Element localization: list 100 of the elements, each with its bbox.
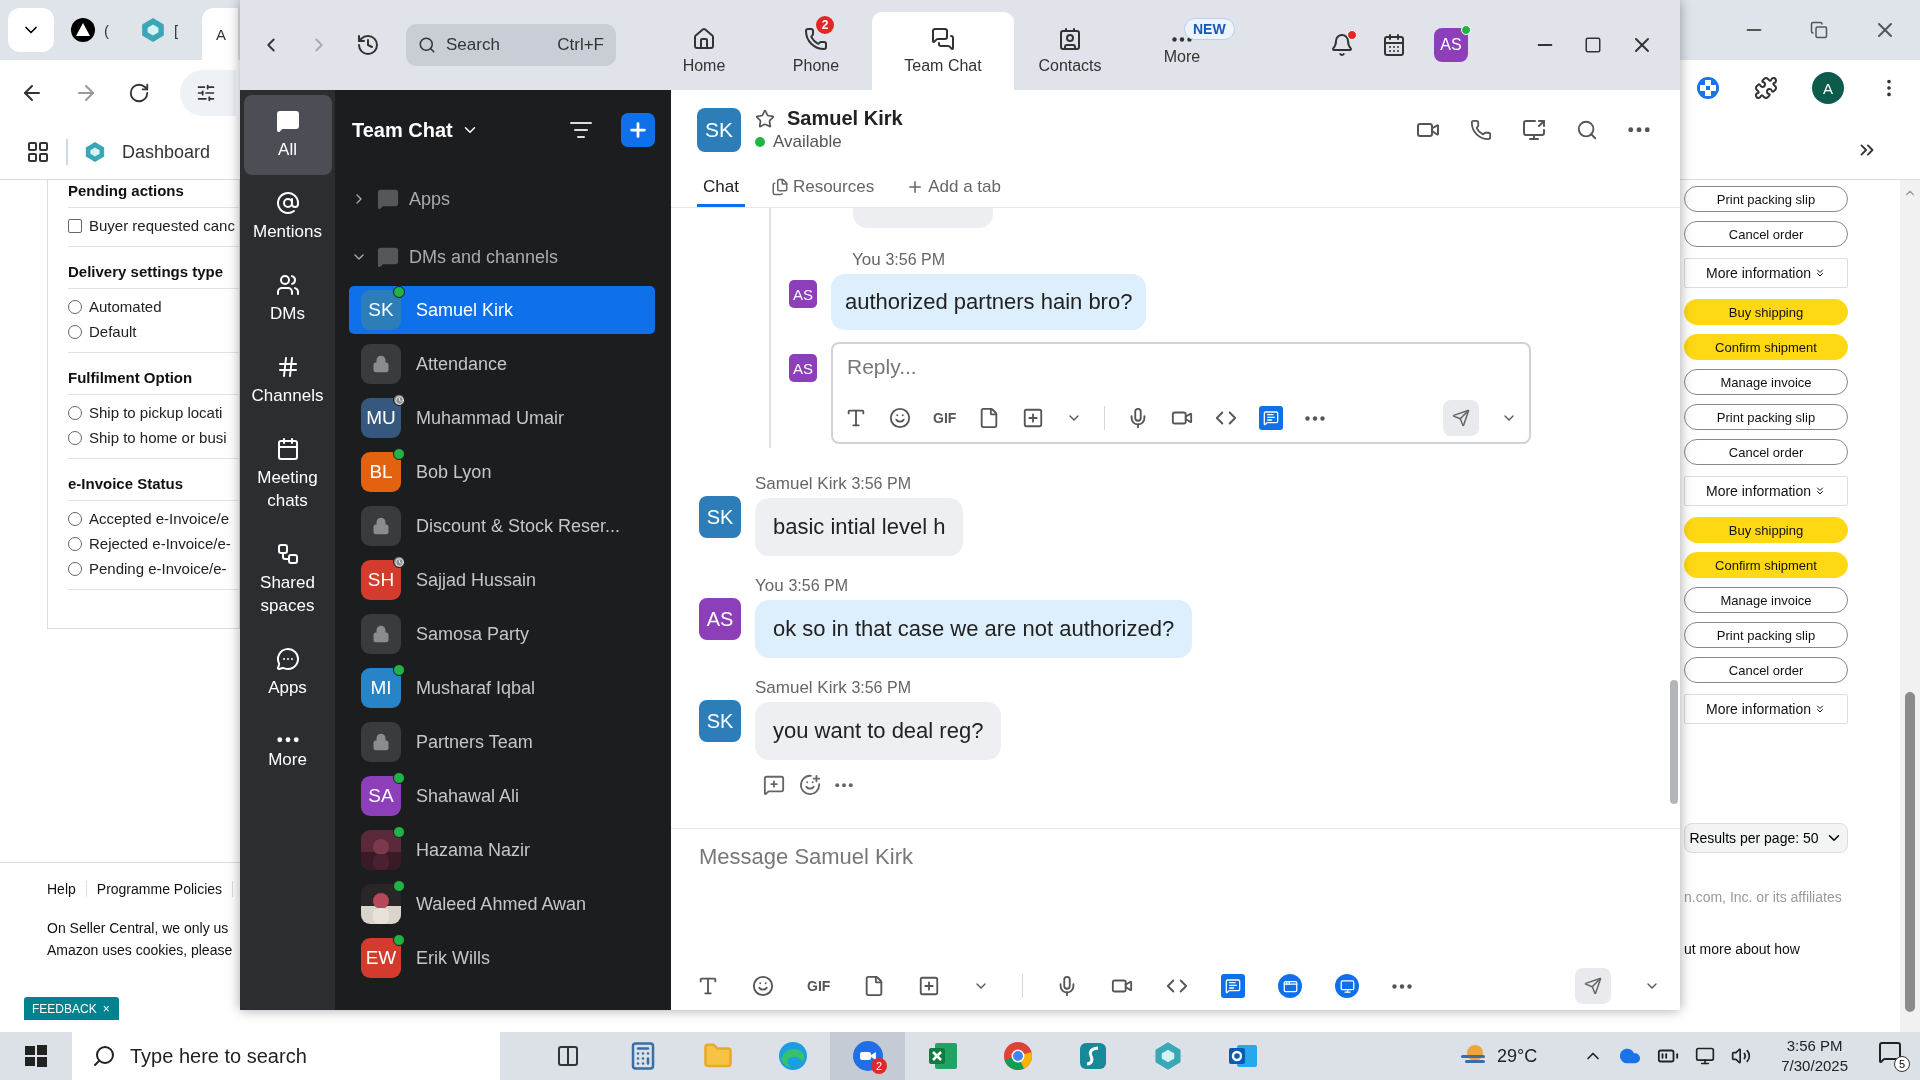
- search-icon[interactable]: [1576, 118, 1598, 141]
- chat-list-item[interactable]: SH Sajjad Hussain: [349, 556, 655, 604]
- reload-icon[interactable]: [128, 81, 150, 104]
- app-tab[interactable]: Team Chat: [872, 12, 1014, 90]
- nav-rail-item[interactable]: All: [243, 95, 332, 175]
- chat-list-item[interactable]: Samosa Party: [349, 610, 655, 658]
- chat-list-item[interactable]: MI Musharaf Iqbal: [349, 664, 655, 712]
- chat-app-button[interactable]: [1278, 974, 1303, 998]
- screen-app-button[interactable]: [1335, 974, 1360, 998]
- radio-button[interactable]: [68, 299, 82, 314]
- format-icon[interactable]: [845, 407, 867, 429]
- action-button[interactable]: Print packing slip: [1684, 622, 1848, 648]
- nav-rail-item[interactable]: Channels: [243, 341, 332, 421]
- more-information-button[interactable]: More information: [1684, 694, 1848, 724]
- apps-grid-icon[interactable]: [26, 140, 50, 164]
- chat-list-item[interactable]: SK Samuel Kirk: [349, 286, 655, 334]
- browser-tab[interactable]: A: [202, 8, 238, 60]
- volume-icon[interactable]: [1731, 1046, 1752, 1066]
- radio-button[interactable]: [68, 561, 82, 576]
- app-tab[interactable]: Home: [648, 12, 760, 90]
- format-icon[interactable]: [697, 975, 719, 997]
- message-input[interactable]: Message Samuel Kirk: [697, 843, 1660, 871]
- browser-tab[interactable]: (: [62, 10, 124, 50]
- chat-tab[interactable]: Chat: [697, 169, 745, 207]
- radio-button[interactable]: [68, 536, 82, 551]
- chat-list-item[interactable]: Discount & Stock Reser...: [349, 502, 655, 550]
- footer-link[interactable]: Help: [47, 881, 87, 897]
- emoji-icon[interactable]: [889, 407, 911, 429]
- screenshot-icon[interactable]: [918, 975, 941, 997]
- action-button[interactable]: Manage invoice: [1684, 587, 1848, 613]
- radio-button[interactable]: [68, 324, 82, 339]
- history-icon[interactable]: [356, 33, 380, 57]
- nav-rail-item[interactable]: Shared spaces: [243, 528, 332, 631]
- chat-tab[interactable]: Resources: [764, 169, 881, 207]
- nav-rail-item[interactable]: Mentions: [243, 177, 332, 257]
- action-button[interactable]: Manage invoice: [1684, 369, 1848, 395]
- user-avatar[interactable]: AS: [1434, 28, 1468, 62]
- nav-rail-item[interactable]: DMs: [243, 259, 332, 339]
- add-reaction-icon[interactable]: [799, 774, 821, 796]
- search-field[interactable]: Search Ctrl+F: [406, 24, 616, 66]
- chat-list-item[interactable]: EW Erik Wills: [349, 934, 655, 982]
- more-icon[interactable]: [1392, 983, 1413, 989]
- more-information-button[interactable]: More information: [1684, 476, 1848, 506]
- reply-thread-icon[interactable]: [763, 774, 785, 796]
- browser-tab[interactable]: [: [132, 10, 194, 50]
- site-settings-button[interactable]: [180, 69, 236, 116]
- chat-list-item[interactable]: MU Muhammad Umair: [349, 394, 655, 442]
- results-per-page-select[interactable]: Results per page: 50: [1684, 823, 1848, 853]
- section-toggle[interactable]: DMs and channels: [349, 228, 655, 286]
- app-tab[interactable]: NEW More: [1126, 12, 1238, 90]
- network-icon[interactable]: [1695, 1046, 1716, 1066]
- gif-button[interactable]: GIF: [807, 978, 831, 994]
- chat-list-item[interactable]: Waleed Ahmed Awan: [349, 880, 655, 928]
- action-button[interactable]: Cancel order: [1684, 439, 1848, 465]
- screenshot-icon[interactable]: [1022, 407, 1045, 429]
- reply-box[interactable]: Reply... GIF: [831, 342, 1531, 444]
- restore-icon[interactable]: [1810, 21, 1828, 39]
- action-button[interactable]: Cancel order: [1684, 221, 1848, 247]
- footer-link[interactable]: Programme Policies: [96, 881, 234, 897]
- chat-list-item[interactable]: BL Bob Lyon: [349, 448, 655, 496]
- radio-button[interactable]: [68, 511, 82, 526]
- more-icon[interactable]: [835, 782, 853, 788]
- gif-button[interactable]: GIF: [933, 410, 957, 426]
- star-icon[interactable]: [755, 108, 775, 129]
- bookmark-link[interactable]: Dashboard: [122, 141, 211, 163]
- taskbar-search-field[interactable]: Type here to search: [72, 1032, 500, 1080]
- phone-icon[interactable]: [1470, 118, 1492, 141]
- action-button[interactable]: Confirm shipment: [1684, 334, 1848, 360]
- page-scrollbar[interactable]: [1900, 180, 1920, 1032]
- taskbar-app-button[interactable]: 2: [830, 1032, 905, 1080]
- new-chat-button[interactable]: [621, 113, 655, 147]
- nav-rail-item[interactable]: More: [243, 715, 332, 793]
- bell-icon[interactable]: [1330, 33, 1354, 57]
- calendar-icon[interactable]: [1382, 33, 1406, 57]
- scrollbar-thumb[interactable]: [1905, 692, 1915, 1012]
- taskbar-clock[interactable]: 3:56 PM 7/30/2025: [1781, 1036, 1848, 1076]
- nav-rail-item[interactable]: Apps: [243, 633, 332, 713]
- document-app-button[interactable]: [1259, 406, 1284, 430]
- weather-widget[interactable]: 29°C: [1459, 1043, 1538, 1069]
- action-button[interactable]: Buy shipping: [1684, 299, 1848, 325]
- notifications-button[interactable]: 5: [1878, 1040, 1910, 1072]
- chat-list-item[interactable]: Attendance: [349, 340, 655, 388]
- nav-rail-item[interactable]: Meeting chats: [243, 423, 332, 526]
- extensions-icon[interactable]: [1754, 76, 1778, 100]
- more-icon[interactable]: [1305, 415, 1326, 421]
- chat-list-item[interactable]: Partners Team: [349, 718, 655, 766]
- send-button[interactable]: [1443, 400, 1479, 436]
- cross-badge-icon[interactable]: [1696, 76, 1720, 100]
- add-tab-button[interactable]: Add a tab: [900, 169, 1007, 207]
- radio-button[interactable]: [68, 430, 82, 445]
- action-button[interactable]: Buy shipping: [1684, 517, 1848, 543]
- action-button[interactable]: Cancel order: [1684, 657, 1848, 683]
- emoji-icon[interactable]: [752, 975, 774, 997]
- share-screen-icon[interactable]: [1522, 117, 1546, 142]
- action-button[interactable]: Print packing slip: [1684, 404, 1848, 430]
- app-tab[interactable]: Contacts: [1014, 12, 1126, 90]
- chat-list-item[interactable]: Hazama Nazir: [349, 826, 655, 874]
- feedback-button[interactable]: FEEDBACK ×: [24, 997, 119, 1020]
- more-information-button[interactable]: More information: [1684, 258, 1848, 288]
- list-title-dropdown[interactable]: Team Chat: [352, 118, 479, 142]
